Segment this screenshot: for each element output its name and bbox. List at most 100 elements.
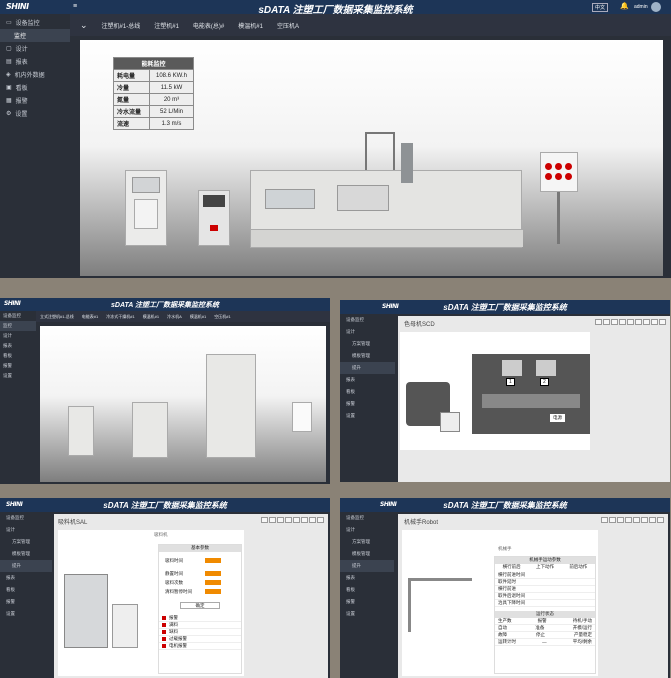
sidebar-item-templates[interactable]: 模板管理: [0, 548, 52, 560]
sidebar-item-settings[interactable]: 设置: [0, 371, 36, 381]
tab-compressor[interactable]: 空压机A: [277, 21, 299, 30]
tab-item[interactable]: 模温机#1: [143, 314, 159, 320]
value-input[interactable]: [205, 571, 221, 576]
toolbar-button[interactable]: [641, 517, 648, 523]
sidebar-item-settings[interactable]: 设置: [340, 608, 394, 620]
sidebar-item-settings[interactable]: 设置: [0, 608, 52, 620]
toolbar-button[interactable]: [595, 319, 602, 325]
hopper-unit[interactable]: [112, 604, 138, 648]
toolbar-button[interactable]: [261, 517, 268, 523]
sidebar-item-templates[interactable]: 模板管理: [340, 350, 395, 362]
toolbar-button[interactable]: [293, 517, 300, 523]
toolbar-button[interactable]: [269, 517, 276, 523]
injection-molding-machine[interactable]: [250, 143, 523, 248]
value-input[interactable]: [205, 589, 221, 594]
tab-meter[interactable]: 电能表(总)#: [193, 21, 224, 30]
sidebar-item-alarm[interactable]: ▦ 报警: [0, 94, 70, 107]
sidebar-item-monitor[interactable]: 监控: [0, 321, 36, 331]
sidebar-item-device-monitor[interactable]: 设备监控: [0, 311, 36, 321]
avatar[interactable]: [651, 2, 661, 12]
sidebar-item-device-monitor[interactable]: 设备监控: [340, 314, 395, 326]
sidebar-item-device-monitor[interactable]: 设备监控: [0, 512, 52, 524]
sidebar-item-report[interactable]: 报表: [340, 374, 395, 386]
sidebar-item-report[interactable]: 报表: [340, 572, 394, 584]
loader-machine[interactable]: [64, 574, 108, 648]
tab-item[interactable]: 立式注塑机#1-总线: [40, 314, 74, 320]
language-select[interactable]: 中文: [592, 3, 609, 12]
tab-item[interactable]: 冷水机A: [167, 314, 182, 320]
toolbar-button[interactable]: [611, 319, 618, 325]
robot-arm-drawing[interactable]: [408, 578, 472, 632]
sidebar-item-board[interactable]: 看板: [340, 584, 394, 596]
tab-item[interactable]: 冷冻式干燥机#1: [106, 314, 134, 320]
toolbar-button[interactable]: [651, 319, 658, 325]
tab-machine-1[interactable]: 注塑机#1: [154, 21, 179, 30]
tab-machine-bus[interactable]: 注塑机#1-总线: [102, 21, 141, 30]
sidebar-item-plans[interactable]: 方案管理: [340, 338, 395, 350]
sidebar-item-alarm[interactable]: 报警: [340, 596, 394, 608]
sidebar-item-upgrade[interactable]: 提升: [0, 560, 52, 572]
sidebar-item-board[interactable]: 看板: [0, 584, 52, 596]
sidebar-item-design[interactable]: 设计: [0, 331, 36, 341]
sidebar-item-templates[interactable]: 模板管理: [340, 548, 394, 560]
mold-temp-controller[interactable]: [198, 190, 230, 246]
collapse-icon[interactable]: ⌄: [80, 20, 88, 31]
sidebar-item-upgrade[interactable]: 提升: [340, 560, 394, 572]
toolbar-button[interactable]: [635, 319, 642, 325]
toolbar-button[interactable]: [627, 319, 634, 325]
toolbar-button[interactable]: [309, 517, 316, 523]
sidebar-item-device-monitor[interactable]: 设备监控: [340, 512, 394, 524]
tab-item[interactable]: 空压机#1: [214, 314, 230, 320]
sidebar-item-monitor[interactable]: 监控: [0, 29, 70, 42]
toolbar-button[interactable]: [633, 517, 640, 523]
dryer-machine[interactable]: [125, 170, 167, 246]
tab-item[interactable]: 模温机#1: [190, 314, 206, 320]
control-panel-stand[interactable]: [292, 402, 312, 432]
vertical-injection-machine[interactable]: [206, 354, 256, 458]
bell-icon[interactable]: 🔔: [620, 2, 629, 10]
tab-item[interactable]: 电能表#1: [82, 314, 98, 320]
sidebar-item-design[interactable]: ▢ 设计: [0, 42, 70, 55]
sidebar-item-settings[interactable]: ⚙ 设置: [0, 107, 70, 120]
toolbar-button[interactable]: [301, 517, 308, 523]
sidebar-item-report[interactable]: ▤ 报表: [0, 55, 70, 68]
sidebar-item-alarm[interactable]: 报警: [0, 361, 36, 371]
sidebar-item-board[interactable]: ▣ 看板: [0, 81, 70, 94]
sidebar-item-plans[interactable]: 方案管理: [340, 536, 394, 548]
sidebar-item-data[interactable]: ◈ 机内外数据: [0, 68, 70, 81]
toolbar-button[interactable]: [601, 517, 608, 523]
dryer-machine[interactable]: [68, 406, 94, 456]
sidebar-item-plans[interactable]: 方案管理: [0, 536, 52, 548]
sidebar-item-board[interactable]: 看板: [340, 386, 395, 398]
controller-unit[interactable]: [440, 412, 460, 432]
sidebar-item-design[interactable]: 设计: [0, 524, 52, 536]
mold-temp-controller[interactable]: [132, 402, 168, 458]
sidebar-item-alarm[interactable]: 报警: [0, 596, 52, 608]
tab-mold-temp[interactable]: 模温机#1: [238, 21, 263, 30]
value-input[interactable]: [205, 558, 221, 563]
toolbar-button[interactable]: [317, 517, 324, 523]
sidebar-item-device-monitor[interactable]: ▭ 设备监控: [0, 16, 70, 29]
toolbar-button[interactable]: [625, 517, 632, 523]
sidebar-item-upgrade[interactable]: 提升: [340, 362, 395, 374]
value-input[interactable]: [205, 580, 221, 585]
toolbar-button[interactable]: [659, 319, 666, 325]
toolbar-button[interactable]: [277, 517, 284, 523]
sidebar-item-design[interactable]: 设计: [340, 326, 395, 338]
toolbar-button[interactable]: [609, 517, 616, 523]
toolbar-button[interactable]: [619, 319, 626, 325]
sidebar-item-alarm[interactable]: 报警: [340, 398, 395, 410]
confirm-button[interactable]: 确定: [180, 602, 220, 609]
toolbar-button[interactable]: [285, 517, 292, 523]
sidebar-item-report[interactable]: 报表: [0, 341, 36, 351]
sidebar-item-design[interactable]: 设计: [340, 524, 394, 536]
power-button[interactable]: 电源: [550, 414, 565, 422]
toolbar-button[interactable]: [649, 517, 656, 523]
toolbar-button[interactable]: [643, 319, 650, 325]
sidebar-item-settings[interactable]: 设置: [340, 410, 395, 422]
control-panel-stand[interactable]: [540, 152, 578, 192]
robot-arm[interactable]: [365, 132, 395, 170]
toolbar-button[interactable]: [617, 517, 624, 523]
user-name[interactable]: admin: [634, 4, 648, 10]
toolbar-button[interactable]: [603, 319, 610, 325]
